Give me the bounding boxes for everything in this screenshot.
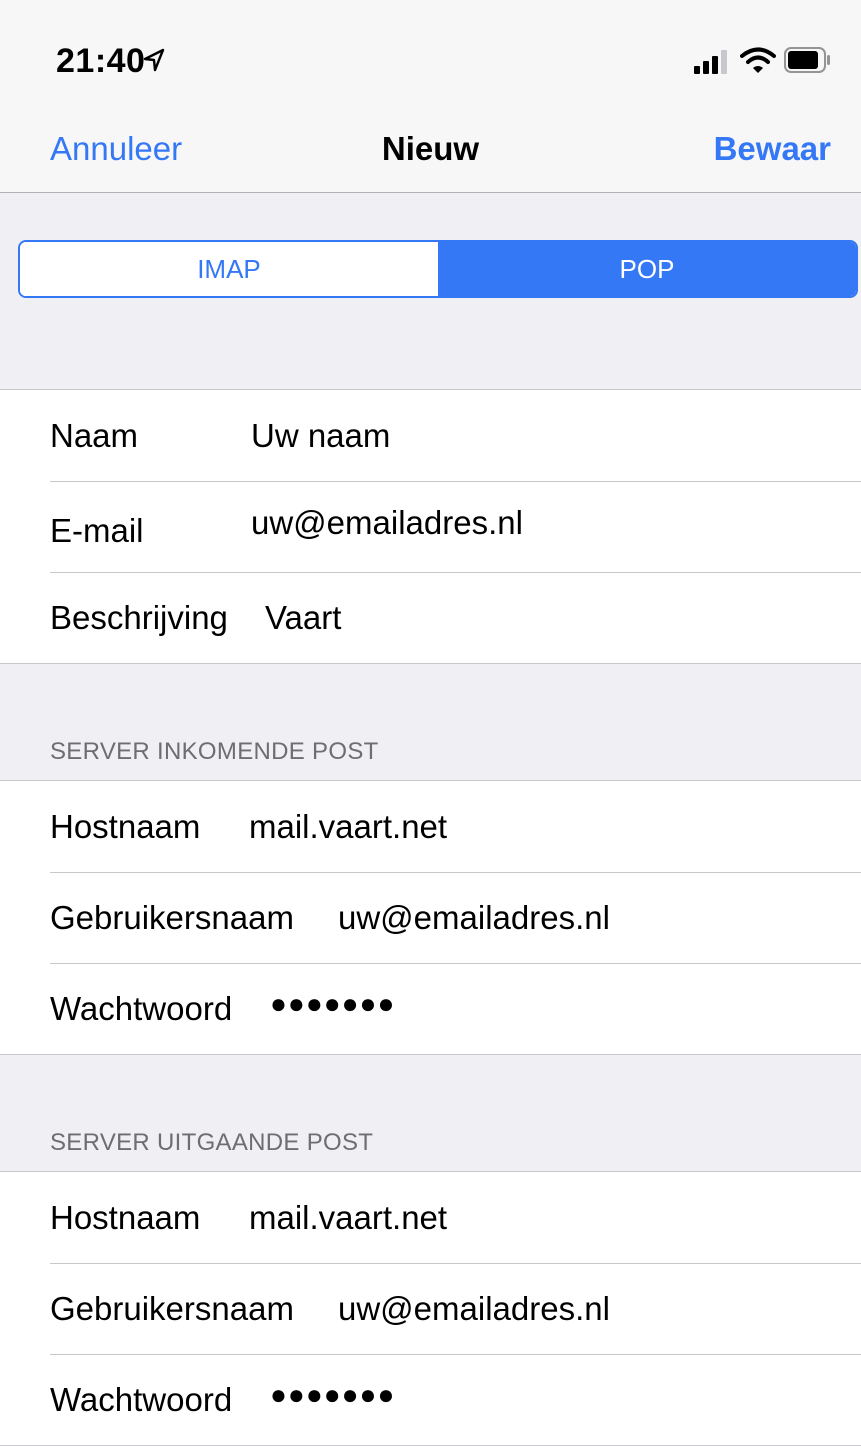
incoming-password-label: Wachtwoord [50,990,233,1027]
location-arrow-icon [143,48,165,72]
name-row[interactable]: Naam Uw naam [0,390,861,481]
outgoing-server-group: Hostnaam mail.vaart.net Gebruikersnaam u… [0,1171,861,1446]
incoming-server-group: Hostnaam mail.vaart.net Gebruikersnaam u… [0,780,861,1055]
navigation-bar: Annuleer Nieuw Bewaar [0,112,861,193]
incoming-username-label: Gebruikersnaam [50,899,294,936]
name-field[interactable]: Uw naam [251,417,390,455]
save-button[interactable]: Bewaar [714,130,831,168]
account-type-segmented-control: IMAP POP [18,240,858,298]
name-label: Naam [50,417,139,454]
battery-icon [784,47,830,73]
outgoing-hostname-label: Hostnaam [50,1199,201,1236]
incoming-username-field[interactable]: uw@emailadres.nl [338,899,610,937]
segment-imap[interactable]: IMAP [20,242,438,296]
description-row[interactable]: Beschrijving Vaart [0,572,861,663]
description-label: Beschrijving [50,599,228,636]
incoming-hostname-label: Hostnaam [50,808,201,845]
incoming-password-row[interactable]: Wachtwoord ●●●●●●● [0,963,861,1054]
outgoing-username-label: Gebruikersnaam [50,1290,294,1327]
outgoing-password-field[interactable]: ●●●●●●● [270,1379,395,1411]
incoming-server-header: SERVER INKOMENDE POST [50,738,379,765]
incoming-hostname-field[interactable]: mail.vaart.net [249,808,447,846]
wifi-icon [740,47,776,73]
account-info-group: Naam Uw naam E-mail uw@emailadres.nl Bes… [0,389,861,664]
incoming-password-field[interactable]: ●●●●●●● [270,988,395,1020]
segment-pop[interactable]: POP [438,242,856,296]
outgoing-hostname-row[interactable]: Hostnaam mail.vaart.net [0,1172,861,1263]
email-field[interactable]: uw@emailadres.nl [251,504,523,542]
outgoing-password-label: Wachtwoord [50,1381,233,1418]
outgoing-password-row[interactable]: Wachtwoord ●●●●●●● [0,1354,861,1445]
outgoing-username-field[interactable]: uw@emailadres.nl [338,1290,610,1328]
incoming-username-row[interactable]: Gebruikersnaam uw@emailadres.nl [0,872,861,963]
incoming-hostname-row[interactable]: Hostnaam mail.vaart.net [0,781,861,872]
status-bar: 21:40 [0,0,861,112]
description-field[interactable]: Vaart [265,599,341,637]
email-label: E-mail [50,512,144,549]
status-time: 21:40 [56,42,146,80]
signal-icon [694,50,727,74]
outgoing-hostname-field[interactable]: mail.vaart.net [249,1199,447,1237]
email-row[interactable]: E-mail uw@emailadres.nl [0,481,861,572]
outgoing-server-header: SERVER UITGAANDE POST [50,1129,374,1156]
outgoing-username-row[interactable]: Gebruikersnaam uw@emailadres.nl [0,1263,861,1354]
